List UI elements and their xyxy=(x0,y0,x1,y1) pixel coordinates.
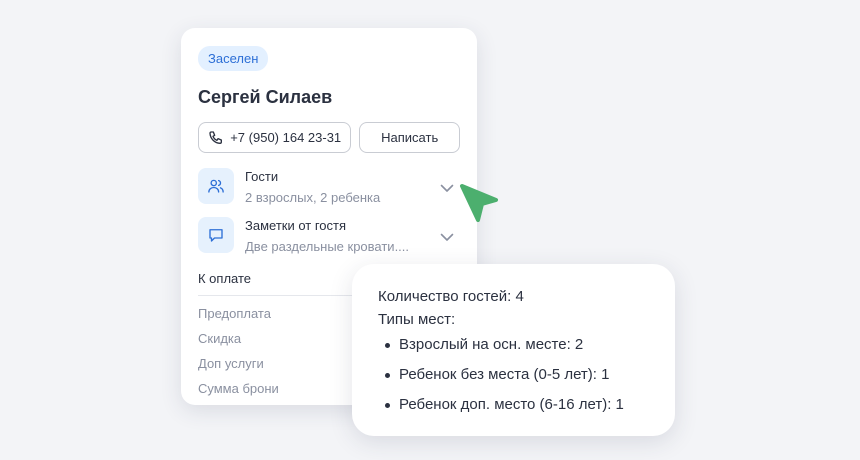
write-button[interactable]: Написать xyxy=(359,122,460,153)
guest-count: Количество гостей: 4 xyxy=(378,288,524,305)
list-item: Ребенок доп. место (6-16 лет): 1 xyxy=(378,395,649,425)
guest-name: Сергей Силаев xyxy=(198,87,333,107)
status-badge: Заселен xyxy=(198,46,269,71)
chevron-down-icon[interactable] xyxy=(440,229,454,247)
notes-preview: Две раздельные кровати.... xyxy=(245,239,410,254)
notes-title: Заметки от гостя xyxy=(245,218,347,233)
contact-actions: +7 (950) 164 23-31 Написать xyxy=(198,122,460,153)
phone-icon xyxy=(208,130,224,146)
guests-row[interactable]: Гости 2 взрослых, 2 ребенка xyxy=(198,168,460,205)
chat-icon xyxy=(198,217,234,253)
guests-details-popup: Количество гостей: 4 Типы мест: Взрослый… xyxy=(352,264,675,436)
list-item: Взрослый на осн. месте: 2 xyxy=(378,335,649,365)
chevron-down-icon[interactable] xyxy=(440,180,454,198)
notes-row[interactable]: Заметки от гостя Две раздельные кровати.… xyxy=(198,217,460,254)
seat-types-list: Взрослый на осн. месте: 2 Ребенок без ме… xyxy=(378,335,649,425)
list-item: Ребенок без места (0-5 лет): 1 xyxy=(378,365,649,395)
users-icon xyxy=(198,168,234,204)
seat-types-title: Типы мест: xyxy=(378,311,456,328)
guests-title: Гости xyxy=(245,169,279,184)
cursor-pointer-icon xyxy=(458,182,500,229)
phone-number: +7 (950) 164 23-31 xyxy=(230,130,342,145)
phone-button[interactable]: +7 (950) 164 23-31 xyxy=(198,122,352,153)
guests-summary: 2 взрослых, 2 ребенка xyxy=(245,190,381,205)
